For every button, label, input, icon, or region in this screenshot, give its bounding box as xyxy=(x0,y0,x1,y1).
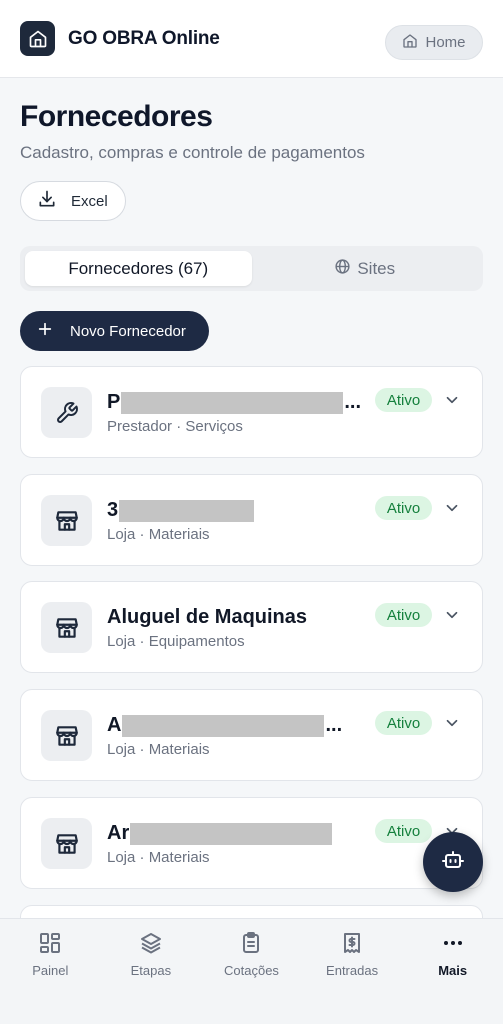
nav-item-cotacoes[interactable]: Cotações xyxy=(201,919,302,1024)
chevron-down-icon[interactable] xyxy=(443,606,461,629)
supplier-meta: Loja · Materiais xyxy=(107,741,210,758)
redacted-text xyxy=(122,714,325,737)
nav-item-etapas[interactable]: Etapas xyxy=(101,919,202,1024)
dollar-receipt-icon xyxy=(340,931,364,958)
supplier-name: 3 xyxy=(107,499,255,522)
supplier-name: Ar xyxy=(107,822,333,845)
tab-sites[interactable]: Sites xyxy=(252,251,479,286)
bottom-nav: Painel Etapas Cotações Entradas Mais xyxy=(0,918,503,1024)
plus-icon xyxy=(37,321,53,341)
supplier-name: A... xyxy=(107,714,343,737)
globe-icon xyxy=(334,258,351,280)
home-logo-icon[interactable] xyxy=(20,21,55,56)
status-badge: Ativo xyxy=(375,603,432,627)
page-subtitle: Cadastro, compras e controle de pagament… xyxy=(20,143,365,162)
nav-item-entradas[interactable]: Entradas xyxy=(302,919,403,1024)
supplier-meta: Loja · Materiais xyxy=(107,849,210,866)
tabs: Fornecedores (67) Sites xyxy=(20,246,483,291)
supplier-card[interactable]: 3 Loja · Materiais Ativo xyxy=(20,474,483,566)
supplier-name: P... xyxy=(107,391,362,414)
nav-item-mais[interactable]: Mais xyxy=(402,919,503,1024)
new-supplier-label: Novo Fornecedor xyxy=(70,322,186,340)
status-badge: Ativo xyxy=(375,496,432,520)
excel-export-button[interactable]: Excel xyxy=(20,181,126,221)
store-icon xyxy=(41,495,92,546)
app-header: GO OBRA Online Home xyxy=(0,0,503,78)
chevron-down-icon[interactable] xyxy=(443,499,461,522)
app-title: GO OBRA Online xyxy=(68,27,220,49)
supplier-card[interactable]: Ar Loja · Materiais Ativo xyxy=(20,797,483,889)
clipboard-icon xyxy=(239,931,263,958)
redacted-text xyxy=(121,391,344,414)
assistant-bot-button[interactable] xyxy=(423,832,483,892)
status-badge: Ativo xyxy=(375,819,432,843)
page-title: Fornecedores xyxy=(20,100,213,133)
supplier-card[interactable]: P... Prestador · Serviços Ativo xyxy=(20,366,483,458)
tab-fornecedores[interactable]: Fornecedores (67) xyxy=(25,251,252,286)
robot-icon xyxy=(441,848,465,877)
more-dots-icon xyxy=(441,931,465,958)
status-badge: Ativo xyxy=(375,711,432,735)
supplier-name: Aluguel de Maquinas xyxy=(107,606,308,628)
supplier-card[interactable]: Aluguel de Maquinas Loja · Equipamentos … xyxy=(20,581,483,673)
download-icon xyxy=(37,189,57,213)
new-supplier-button[interactable]: Novo Fornecedor xyxy=(20,311,209,351)
redacted-text xyxy=(119,499,255,522)
home-button[interactable]: Home xyxy=(385,25,483,60)
store-icon xyxy=(41,602,92,653)
supplier-meta: Prestador · Serviços xyxy=(107,418,243,435)
chevron-down-icon[interactable] xyxy=(443,714,461,737)
home-icon xyxy=(402,33,418,53)
home-button-label: Home xyxy=(425,34,466,51)
store-icon xyxy=(41,710,92,761)
supplier-meta: Loja · Materiais xyxy=(107,526,210,543)
store-icon xyxy=(41,818,92,869)
chevron-down-icon[interactable] xyxy=(443,391,461,414)
status-badge: Ativo xyxy=(375,388,432,412)
nav-item-painel[interactable]: Painel xyxy=(0,919,101,1024)
supplier-card[interactable]: A... Loja · Materiais Ativo xyxy=(20,689,483,781)
wrench-icon xyxy=(41,387,92,438)
grid-icon xyxy=(38,931,62,958)
redacted-text xyxy=(130,822,333,845)
layers-icon xyxy=(139,931,163,958)
excel-button-label: Excel xyxy=(71,192,108,210)
supplier-meta: Loja · Equipamentos xyxy=(107,633,245,650)
